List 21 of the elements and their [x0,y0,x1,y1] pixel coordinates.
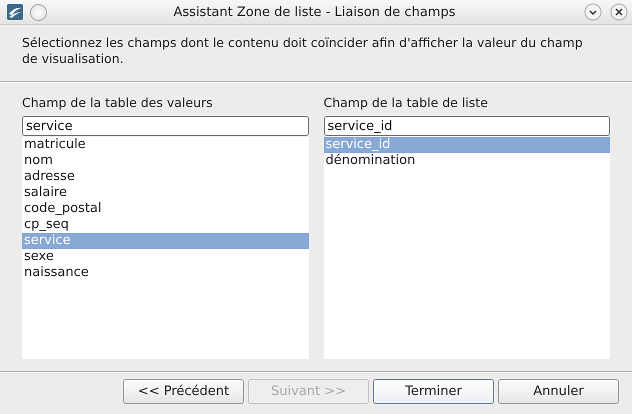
app-icon [6,3,24,21]
list-item[interactable]: code_postal [22,201,308,217]
dialog-button[interactable]: Terminer [373,379,494,404]
instruction-text: Sélectionnez les champs dont le contenu doit coïncider afin d'afficher la valeur du champ de visualisation. [22,35,584,67]
input-field[interactable]: service [22,116,308,136]
list-item[interactable]: salaire [22,185,308,201]
dialog-button[interactable]: Annuler [498,379,619,404]
list-item[interactable]: dénomination [324,153,610,169]
list-item[interactable]: naissance [22,265,308,281]
window-title: Assistant Zone de liste - Liaison de champs [172,4,456,20]
list-item[interactable]: sexe [22,249,308,265]
list-item[interactable]: matricule [22,137,308,153]
close-icon[interactable] [610,3,628,21]
list-item[interactable]: cp_seq [22,217,308,233]
field-label: Champ de la table des valeurs [22,95,214,111]
field-label: Champ de la table de liste [324,95,489,111]
list-item[interactable]: adresse [22,169,308,185]
list-item[interactable]: nom [22,153,308,169]
dialog-button[interactable]: << Précédent [123,379,244,404]
input-field[interactable]: service_id [324,116,610,136]
minimize-icon[interactable] [584,3,602,21]
